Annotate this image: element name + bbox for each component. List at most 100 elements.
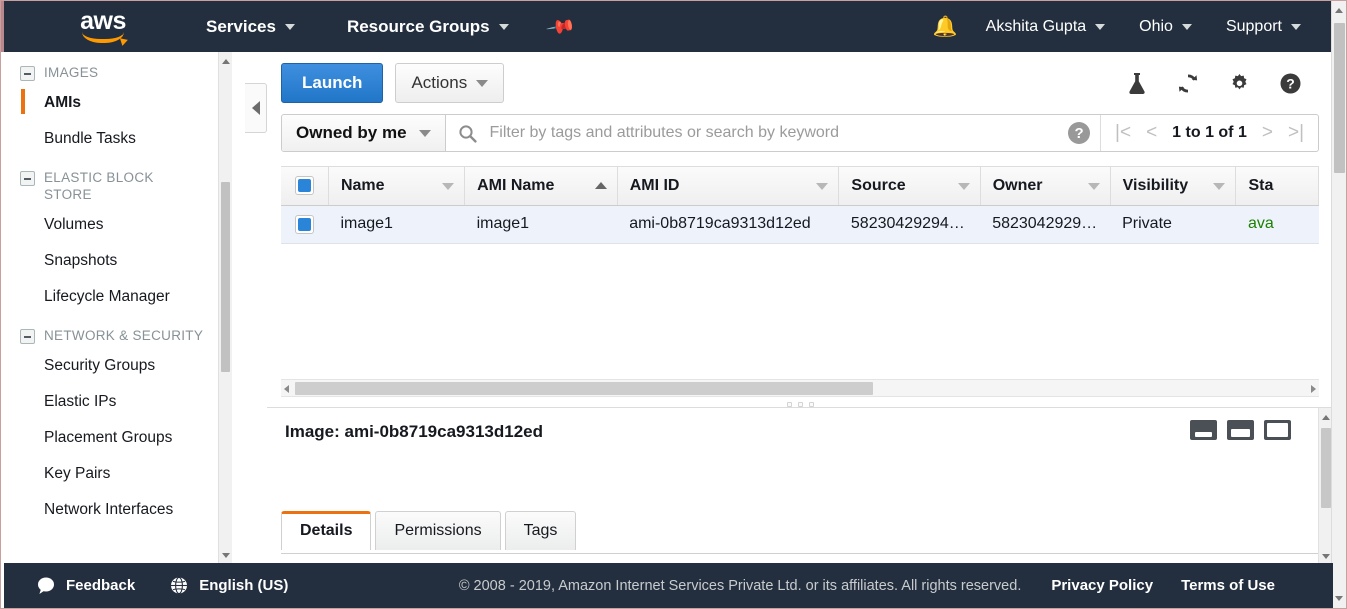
- previous-page-icon[interactable]: <: [1146, 122, 1157, 144]
- table-horizontal-scrollbar[interactable]: [281, 379, 1319, 397]
- panel-size-large-icon[interactable]: [1264, 420, 1291, 440]
- nav-right-group: 🔔 Akshita Gupta Ohio Support: [915, 12, 1333, 42]
- sidebar-item-key-pairs[interactable]: Key Pairs: [4, 456, 232, 492]
- gear-icon[interactable]: [1227, 71, 1252, 96]
- sidebar-item-security-groups[interactable]: Security Groups: [4, 348, 232, 384]
- tab-details[interactable]: Details: [281, 511, 372, 550]
- privacy-policy-link[interactable]: Privacy Policy: [1051, 577, 1153, 594]
- page-scrollbar[interactable]: [1331, 1, 1346, 608]
- sidebar-group-elastic-block-store[interactable]: ELASTIC BLOCK STORE: [4, 157, 232, 207]
- scroll-right-icon[interactable]: [1311, 385, 1316, 393]
- nav-account-menu[interactable]: Akshita Gupta: [976, 12, 1116, 42]
- help-icon[interactable]: ?: [1278, 71, 1303, 96]
- scroll-down-icon[interactable]: [1335, 596, 1343, 601]
- detail-panel-scrollbar-thumb[interactable]: [1321, 428, 1331, 508]
- chevron-down-icon: [284, 23, 295, 30]
- aws-logo-text: aws: [80, 6, 126, 35]
- sidebar-collapse-button[interactable]: [245, 83, 267, 133]
- tab-label: Tags: [523, 522, 558, 539]
- scroll-up-icon[interactable]: [1322, 415, 1330, 420]
- table-row[interactable]: image1 image1 ami-0b8719ca9313d12ed 5823…: [281, 205, 1319, 243]
- column-header-source[interactable]: Source: [838, 167, 981, 206]
- nav-region-menu[interactable]: Ohio: [1129, 12, 1202, 42]
- select-all-checkbox[interactable]: [295, 176, 314, 196]
- sidebar-item-network-interfaces[interactable]: Network Interfaces: [4, 492, 232, 528]
- main-content-area: Launch Actions ? Owned by me Filter by t…: [267, 52, 1333, 601]
- sidebar-item-bundle-tasks[interactable]: Bundle Tasks: [4, 121, 232, 157]
- select-all-header[interactable]: [281, 167, 329, 206]
- table-scrollbar-thumb[interactable]: [295, 382, 873, 395]
- column-header-label: AMI Name: [477, 176, 555, 194]
- nav-support-label: Support: [1225, 17, 1282, 35]
- column-header-label: Owner: [992, 176, 1043, 194]
- pagination-controls: |< < 1 to 1 of 1 > >|: [1100, 115, 1318, 151]
- sidebar-item-amis[interactable]: AMIs: [4, 85, 232, 121]
- sidebar-item-volumes[interactable]: Volumes: [4, 207, 232, 243]
- sidebar-item-placement-groups[interactable]: Placement Groups: [4, 420, 232, 456]
- sidebar-item-elastic-ips[interactable]: Elastic IPs: [4, 384, 232, 420]
- scroll-down-icon[interactable]: [222, 553, 230, 558]
- nav-services-menu[interactable]: Services: [196, 11, 305, 43]
- nav-resource-groups-menu[interactable]: Resource Groups: [337, 11, 519, 43]
- sidebar-group-label: NETWORK & SECURITY: [44, 328, 204, 343]
- column-header-name[interactable]: Name: [328, 167, 466, 206]
- search-field-wrapper: ?: [446, 115, 1101, 151]
- splitter-dot: [808, 401, 814, 407]
- sidebar-item-label: Key Pairs: [44, 465, 111, 482]
- feedback-label: Feedback: [66, 577, 136, 594]
- feedback-link[interactable]: Feedback: [36, 576, 135, 595]
- sidebar-scrollbar-thumb[interactable]: [221, 182, 230, 372]
- terms-of-use-link[interactable]: Terms of Use: [1181, 577, 1275, 594]
- detail-panel-title: Image: ami-0b8719ca9313d12ed: [285, 422, 543, 441]
- language-selector[interactable]: English (US): [169, 576, 288, 595]
- aws-logo[interactable]: aws: [72, 6, 134, 43]
- tab-tags[interactable]: Tags: [504, 511, 577, 550]
- sort-descending-icon: [957, 182, 970, 190]
- actions-button[interactable]: Actions: [395, 63, 505, 103]
- notifications-bell-icon[interactable]: 🔔: [915, 14, 976, 39]
- scroll-up-icon[interactable]: [222, 59, 230, 64]
- sidebar-item-label: AMIs: [44, 94, 82, 111]
- terms-of-use-label: Terms of Use: [1181, 577, 1275, 594]
- sidebar-group-images[interactable]: IMAGES: [4, 52, 232, 85]
- pushpin-icon[interactable]: 📌: [544, 10, 577, 43]
- column-header-owner[interactable]: Owner: [980, 167, 1111, 206]
- row-select-cell[interactable]: [281, 205, 329, 243]
- panel-size-small-icon[interactable]: [1190, 420, 1217, 440]
- sidebar-item-lifecycle-manager[interactable]: Lifecycle Manager: [4, 279, 232, 315]
- filter-help-icon[interactable]: ?: [1068, 122, 1091, 144]
- column-header-ami-id[interactable]: AMI ID: [617, 167, 840, 206]
- nav-region-label: Ohio: [1139, 17, 1173, 35]
- sort-descending-icon: [816, 182, 829, 190]
- next-page-icon[interactable]: >: [1262, 122, 1273, 144]
- globe-icon: [171, 576, 188, 595]
- privacy-policy-label: Privacy Policy: [1051, 577, 1154, 594]
- row-checkbox[interactable]: [295, 214, 314, 234]
- flask-icon[interactable]: [1125, 71, 1149, 96]
- chevron-left-icon: [251, 101, 260, 115]
- sidebar-item-snapshots[interactable]: Snapshots: [4, 243, 232, 279]
- scroll-up-icon[interactable]: [1335, 8, 1343, 13]
- search-input[interactable]: [487, 123, 1058, 143]
- collapse-minus-icon[interactable]: [20, 329, 35, 344]
- collapse-minus-icon[interactable]: [20, 66, 35, 81]
- svg-text:?: ?: [1286, 75, 1295, 91]
- first-page-icon[interactable]: |<: [1115, 122, 1131, 144]
- sidebar-scrollbar[interactable]: [218, 52, 232, 565]
- nav-support-menu[interactable]: Support: [1216, 12, 1311, 42]
- collapse-minus-icon[interactable]: [20, 171, 35, 186]
- scroll-down-icon[interactable]: [1322, 554, 1330, 559]
- owner-filter-dropdown[interactable]: Owned by me: [282, 115, 446, 151]
- column-header-label: Sta: [1248, 176, 1274, 194]
- launch-button[interactable]: Launch: [281, 63, 384, 103]
- column-header-status[interactable]: Sta: [1235, 167, 1319, 206]
- last-page-icon[interactable]: >|: [1288, 122, 1304, 144]
- column-header-ami-name[interactable]: AMI Name: [464, 167, 618, 206]
- page-scrollbar-thumb[interactable]: [1334, 23, 1345, 173]
- tab-permissions[interactable]: Permissions: [375, 511, 501, 550]
- sidebar-group-network-security[interactable]: NETWORK & SECURITY: [4, 315, 232, 348]
- scroll-left-icon[interactable]: [284, 385, 289, 393]
- column-header-visibility[interactable]: Visibility: [1110, 167, 1237, 206]
- panel-size-medium-icon[interactable]: [1227, 420, 1254, 440]
- refresh-icon[interactable]: [1175, 71, 1201, 96]
